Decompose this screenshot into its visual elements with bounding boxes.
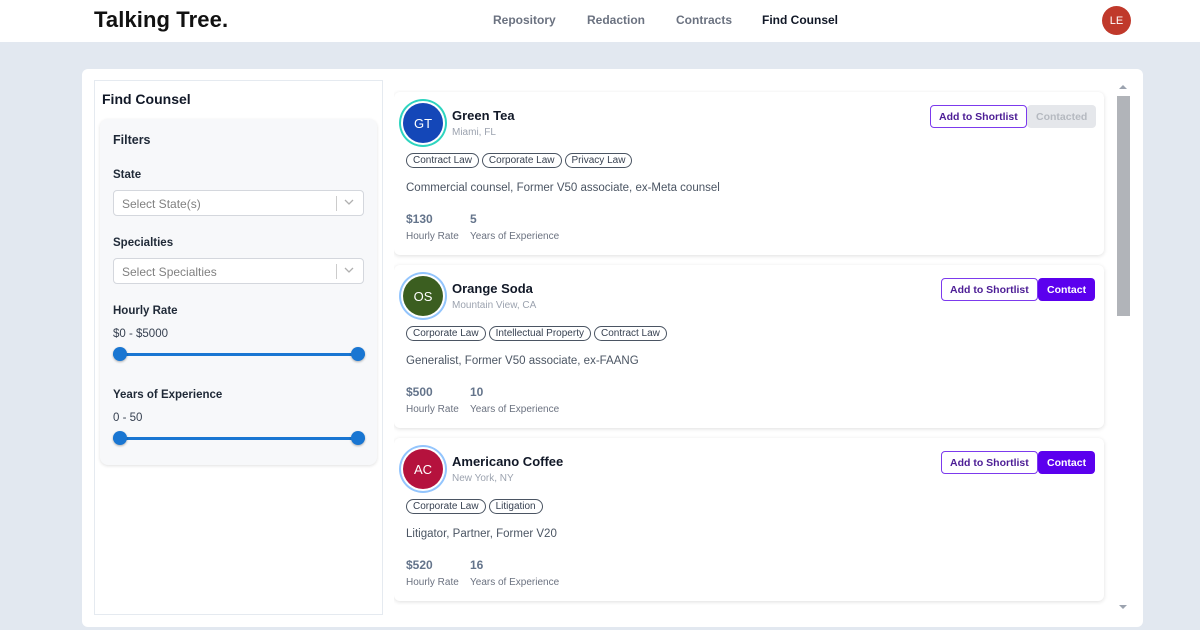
filters-card: Filters State Select State(s) Specialtie… — [100, 119, 377, 465]
state-label: State — [113, 169, 142, 181]
user-avatar[interactable]: LE — [1102, 6, 1131, 35]
counsel-card: OS Orange Soda Mountain View, CA Corpora… — [394, 265, 1104, 428]
add-to-shortlist-button[interactable]: Add to Shortlist — [941, 278, 1038, 301]
counsel-list: GT Green Tea Miami, FL Contract Law Corpo… — [394, 90, 1109, 605]
chevron-down-icon — [344, 267, 354, 273]
counsel-description: Generalist, Former V50 associate, ex-FAA… — [406, 355, 639, 367]
counsel-card: GT Green Tea Miami, FL Contract Law Corpo… — [394, 92, 1104, 255]
experience-caption: Years of Experience — [470, 577, 560, 588]
counsel-avatar: GT — [403, 103, 443, 143]
scroll-up-arrow-icon[interactable] — [1119, 85, 1127, 89]
slider-track — [113, 437, 365, 440]
experience-max-thumb[interactable] — [351, 431, 365, 445]
specialty-tag: Intellectual Property — [488, 326, 591, 341]
specialties-select-placeholder: Select Specialties — [122, 265, 217, 279]
experience-value: 10 — [470, 385, 484, 399]
nav-find-counsel[interactable]: Find Counsel — [762, 13, 838, 27]
select-separator — [336, 264, 337, 279]
hourly-rate-caption: Hourly Rate — [406, 404, 459, 415]
specialty-tags: Contract Law Corporate Law Privacy Law — [406, 153, 633, 168]
nav-repository[interactable]: Repository — [493, 13, 556, 27]
experience-caption: Years of Experience — [470, 404, 560, 415]
hourly-rate-slider[interactable] — [113, 346, 365, 362]
hourly-rate-value: $520 — [406, 558, 433, 572]
specialty-tag: Litigation — [488, 499, 543, 514]
counsel-description: Commercial counsel, Former V50 associate… — [406, 182, 720, 194]
specialty-tag: Corporate Law — [481, 153, 562, 168]
counsel-location: Miami, FL — [452, 127, 496, 138]
experience-slider[interactable] — [113, 430, 365, 446]
specialty-tag: Privacy Law — [564, 153, 633, 168]
hourly-rate-range: $0 - $5000 — [113, 328, 168, 340]
experience-value: 16 — [470, 558, 484, 572]
contact-button[interactable]: Contact — [1038, 451, 1096, 474]
hourly-rate-min-thumb[interactable] — [113, 347, 127, 361]
experience-min-thumb[interactable] — [113, 431, 127, 445]
specialty-tag: Corporate Law — [406, 326, 486, 341]
hourly-rate-caption: Hourly Rate — [406, 577, 459, 588]
add-to-shortlist-button[interactable]: Add to Shortlist — [941, 451, 1038, 474]
contact-button[interactable]: Contact — [1038, 278, 1096, 301]
state-select[interactable]: Select State(s) — [113, 190, 364, 216]
hourly-rate-caption: Hourly Rate — [406, 231, 459, 242]
experience-caption: Years of Experience — [470, 231, 560, 242]
counsel-avatar: OS — [403, 276, 443, 316]
hourly-rate-max-thumb[interactable] — [351, 347, 365, 361]
contacted-button: Contacted — [1027, 105, 1097, 128]
counsel-avatar: AC — [403, 449, 443, 489]
counsel-name[interactable]: Orange Soda — [452, 281, 533, 296]
counsel-name[interactable]: Americano Coffee — [452, 454, 563, 469]
list-scrollbar[interactable] — [1115, 82, 1131, 612]
specialty-tags: Corporate Law Litigation — [406, 499, 543, 514]
counsel-name[interactable]: Green Tea — [452, 108, 515, 123]
specialty-tag: Contract Law — [593, 326, 667, 341]
counsel-card: AC Americano Coffee New York, NY Corpora… — [394, 438, 1104, 601]
experience-value: 5 — [470, 212, 477, 226]
counsel-location: Mountain View, CA — [452, 300, 537, 311]
filters-heading: Filters — [113, 133, 151, 147]
page-title: Find Counsel — [102, 91, 191, 107]
scrollbar-thumb[interactable] — [1117, 96, 1130, 316]
state-select-placeholder: Select State(s) — [122, 197, 201, 211]
add-to-shortlist-button[interactable]: Add to Shortlist — [930, 105, 1027, 128]
top-navbar: Talking Tree. Repository Redaction Contr… — [0, 0, 1200, 42]
specialties-select[interactable]: Select Specialties — [113, 258, 364, 284]
specialties-label: Specialties — [113, 237, 174, 249]
specialty-tag: Contract Law — [406, 153, 479, 168]
slider-track — [113, 353, 365, 356]
experience-range: 0 - 50 — [113, 412, 143, 424]
nav-contracts[interactable]: Contracts — [676, 13, 732, 27]
hourly-rate-label: Hourly Rate — [113, 305, 178, 317]
filters-sidebar: Find Counsel Filters State Select State(… — [94, 80, 383, 615]
chevron-down-icon — [344, 199, 354, 205]
hourly-rate-value: $500 — [406, 385, 433, 399]
experience-label: Years of Experience — [113, 389, 223, 401]
main-nav: Repository Redaction Contracts Find Coun… — [0, 13, 1200, 29]
scroll-down-arrow-icon[interactable] — [1119, 605, 1127, 609]
specialty-tags: Corporate Law Intellectual Property Contra… — [406, 326, 667, 341]
counsel-location: New York, NY — [452, 473, 514, 484]
hourly-rate-value: $130 — [406, 212, 433, 226]
specialty-tag: Corporate Law — [406, 499, 486, 514]
nav-redaction[interactable]: Redaction — [587, 13, 645, 27]
select-separator — [336, 196, 337, 211]
counsel-description: Litigator, Partner, Former V20 — [406, 528, 557, 540]
